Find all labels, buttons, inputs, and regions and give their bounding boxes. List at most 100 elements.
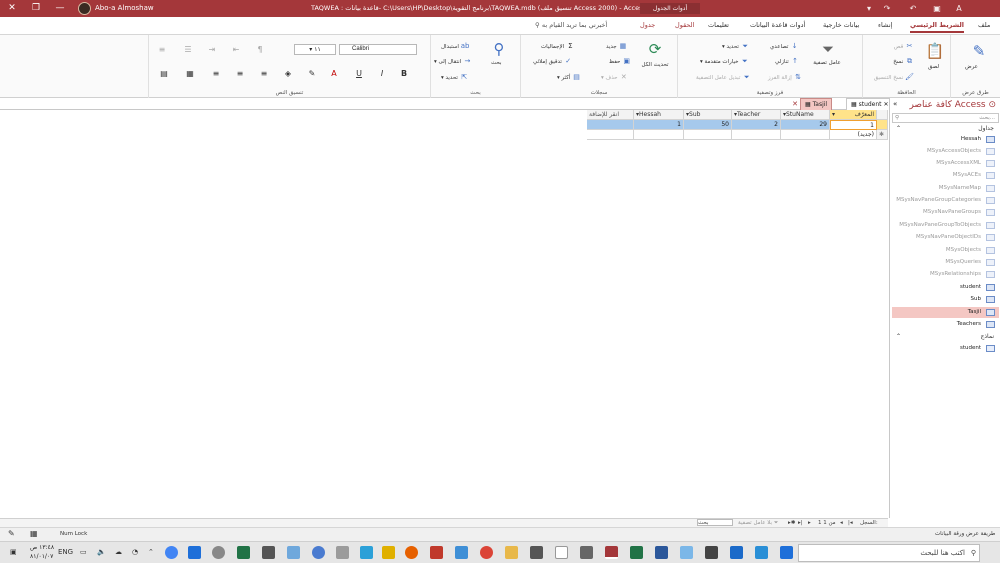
chevron-up-icon[interactable]: ⌃ — [896, 125, 901, 132]
new-record-icon[interactable]: ✱ — [877, 130, 888, 140]
tab-create[interactable]: إنشاء — [878, 21, 892, 29]
tab-tasjil[interactable]: ▦ Tasjil — [800, 98, 833, 110]
access-icon[interactable] — [605, 546, 618, 559]
collapse-pane-icon[interactable]: « — [893, 100, 897, 108]
format-painter-button[interactable]: نسخ التنسيق 🖌 — [874, 73, 914, 81]
restore-window-button[interactable]: ❐ — [24, 0, 48, 17]
new-record-label[interactable]: (جديد) — [830, 130, 877, 140]
align-right-icon[interactable]: ≡ — [257, 68, 271, 80]
nav-item-form-student[interactable]: student — [892, 343, 999, 354]
last-record-icon[interactable]: ▸| — [798, 520, 803, 526]
column-header[interactable]: Hessah ▾ — [634, 110, 684, 120]
column-header[interactable]: Teacher ▾ — [732, 110, 781, 120]
tab-table[interactable]: جدول — [640, 21, 655, 29]
store-icon[interactable] — [705, 546, 718, 559]
app-icon[interactable] — [212, 546, 225, 559]
cell[interactable] — [634, 130, 684, 140]
tab-student[interactable]: ▦ student ✕ — [846, 98, 894, 110]
word-icon[interactable] — [655, 546, 668, 559]
select-all-cell[interactable] — [877, 110, 888, 120]
app-icon[interactable] — [312, 546, 325, 559]
nav-item-student[interactable]: student — [892, 282, 999, 293]
tab-database-tools[interactable]: أدوات قاعدة البيانات — [750, 21, 805, 29]
tray-chevron-icon[interactable]: ⌃ — [148, 548, 154, 556]
view-button[interactable]: عرض — [965, 64, 978, 70]
font-color-icon[interactable]: A — [327, 68, 341, 80]
app-icon[interactable] — [336, 546, 349, 559]
app-icon[interactable] — [165, 546, 178, 559]
ascending-button[interactable]: تصاعدي ↓ — [770, 42, 799, 50]
nav-item-teachers[interactable]: Teachers — [892, 319, 999, 330]
close-document-icon[interactable]: ✕ — [790, 98, 800, 110]
advanced-button[interactable]: ▾ خيارات متقدمة ⏷ — [700, 57, 749, 66]
descending-button[interactable]: تنازلي ↑ — [775, 57, 800, 65]
new-record-button[interactable]: جديد ▦ — [606, 42, 627, 50]
nav-item-hessah[interactable]: Hessah — [892, 134, 999, 145]
language-indicator[interactable]: ENG — [58, 548, 73, 556]
app-icon[interactable] — [262, 546, 275, 559]
selection-button[interactable]: ▾ تحديد ⏷ — [722, 42, 750, 51]
cell[interactable] — [732, 130, 781, 140]
excel-icon[interactable] — [630, 546, 643, 559]
clock-time[interactable]: ١٣:٤٨ ص — [30, 544, 54, 551]
app-icon[interactable] — [555, 546, 568, 559]
taskbar-search-input[interactable]: اكتب هنا للبحث ⚲ — [798, 544, 980, 562]
redo-icon[interactable]: ↷ — [880, 3, 894, 14]
nav-item-tasjil[interactable]: Tasjil — [892, 307, 999, 318]
column-header-add[interactable]: انقر للإضافة — [587, 110, 634, 120]
minimize-window-button[interactable]: — — [48, 0, 72, 17]
new-record-row[interactable]: (جديد) ✱ — [587, 130, 888, 140]
task-view-icon[interactable] — [780, 546, 793, 559]
record-search-input[interactable]: بحث — [697, 519, 733, 526]
toggle-filter-button[interactable]: تبديل عامل التصفية ⏷ — [696, 73, 751, 82]
select-button[interactable]: ▾ تحديد ⇱ — [441, 73, 469, 81]
tell-me-box[interactable]: ⚲ أخبرني بما تريد القيام به — [535, 21, 607, 29]
first-record-icon[interactable]: |◂ — [848, 520, 853, 526]
clock-date[interactable]: ٨١/٠١/٠٧ — [30, 553, 53, 560]
cell[interactable]: 2 — [732, 120, 781, 130]
app-icon[interactable] — [237, 546, 250, 559]
tab-home[interactable]: الشريط الرئيسي — [910, 21, 964, 33]
spelling-button[interactable]: تدقيق إملائي ✓ — [533, 57, 573, 65]
copy-button[interactable]: نسخ ⧉ — [893, 57, 914, 66]
datasheet-view-icon[interactable]: ▦ — [30, 529, 38, 538]
mail-icon[interactable] — [530, 546, 543, 559]
paste-button[interactable]: لصق — [928, 64, 939, 70]
cell[interactable] — [684, 130, 732, 140]
more-button[interactable]: ▾ أكثر ▤ — [557, 73, 581, 81]
find-button[interactable]: بحث — [491, 60, 501, 66]
underline-icon[interactable]: U — [352, 68, 366, 80]
undo-icon[interactable]: ↶ — [906, 3, 920, 14]
column-header[interactable]: StuName ▾ — [781, 110, 830, 120]
user-name[interactable]: Abo-a Almoshaw — [95, 4, 154, 12]
nav-item-msysnavpanegroups[interactable]: MSysNavPaneGroups — [892, 207, 999, 218]
nav-item-msysqueries[interactable]: MSysQueries — [892, 257, 999, 268]
cut-button[interactable]: قص ✂ — [894, 42, 914, 50]
close-window-button[interactable]: ✕ — [0, 0, 24, 17]
align-left-icon[interactable]: ≡ — [209, 68, 223, 80]
column-header[interactable]: Sub ▾ — [684, 110, 732, 120]
nav-group-tables[interactable]: جداول — [978, 125, 994, 132]
nav-item-msysaccessobjects[interactable]: MSysAccessObjects — [892, 146, 999, 157]
close-icon[interactable]: ✕ — [883, 101, 888, 108]
nav-item-msysaccessxml[interactable]: MSysAccessXML — [892, 158, 999, 169]
app-icon[interactable] — [188, 546, 201, 559]
nav-search-input[interactable]: بحث... ⚲ — [892, 113, 999, 123]
dropbox-icon[interactable] — [680, 546, 693, 559]
nav-item-msysrelationships[interactable]: MSysRelationships — [892, 269, 999, 280]
app-icon[interactable] — [360, 546, 373, 559]
tab-external-data[interactable]: بيانات خارجية — [823, 21, 859, 29]
totals-button[interactable]: الإجماليات Σ — [541, 42, 575, 50]
save-record-button[interactable]: حفظ ▣ — [609, 57, 631, 65]
rtl-icon[interactable]: ¶ — [253, 44, 267, 56]
nav-item-msysnavpanegrouptoobjects[interactable]: MSysNavPaneGroupToObjects — [892, 220, 999, 231]
font-name-select[interactable]: Calibri — [339, 44, 417, 55]
outdent-icon[interactable]: ⇤ — [229, 44, 243, 56]
cell[interactable] — [781, 130, 830, 140]
app-icon[interactable] — [755, 546, 768, 559]
avatar[interactable] — [78, 2, 91, 15]
numbering-icon[interactable]: ≡ — [155, 44, 169, 56]
align-center-icon[interactable]: ≡ — [233, 68, 247, 80]
cell[interactable]: 50 — [684, 120, 732, 130]
indent-icon[interactable]: ⇥ — [205, 44, 219, 56]
